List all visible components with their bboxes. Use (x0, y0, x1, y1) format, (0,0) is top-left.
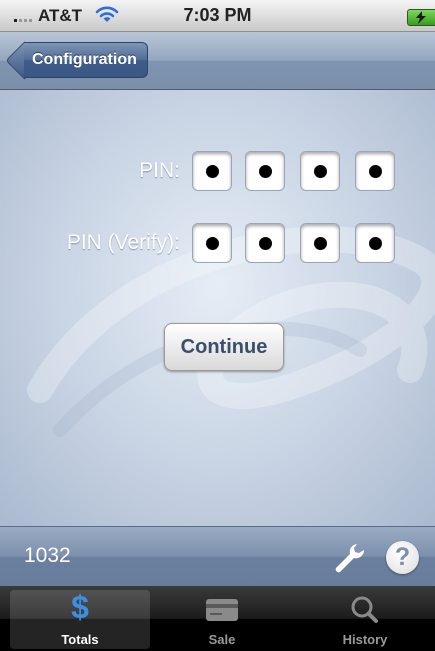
tab-label-history: History (342, 632, 388, 647)
navigation-bar: Configuration (0, 32, 435, 90)
pin-dot (259, 237, 272, 250)
help-icon[interactable]: ? (386, 541, 419, 574)
wrench-icon[interactable] (332, 541, 366, 575)
continue-button[interactable]: Continue (164, 323, 284, 371)
pin-verify-label: PIN (Verify): (66, 231, 180, 254)
pin-dot (206, 165, 219, 178)
pin-verify-digit-4[interactable] (355, 223, 395, 263)
tab-sale[interactable]: Sale (152, 590, 292, 649)
pin-verify-digit-3[interactable] (300, 223, 340, 263)
pin-dot (314, 165, 327, 178)
pin-digit-1[interactable] (192, 151, 232, 191)
pin-verify-digit-1[interactable] (192, 223, 232, 263)
pin-verify-row: PIN (Verify): (0, 223, 435, 267)
pin-digit-4[interactable] (355, 151, 395, 191)
tab-totals[interactable]: $ Totals (10, 590, 150, 649)
battery-icon (407, 9, 435, 26)
pin-dot (369, 165, 382, 178)
pin-verify-digit-2[interactable] (245, 223, 285, 263)
pin-dot (314, 237, 327, 250)
tab-bar: $ Totals Sale History (0, 586, 435, 651)
pin-label: PIN: (139, 159, 180, 182)
tab-label-totals: Totals (61, 632, 99, 647)
tab-label-sale: Sale (208, 632, 236, 647)
back-button-label: Configuration (32, 51, 137, 68)
status-bar: AT&T 7:03 PM (0, 0, 435, 32)
pin-dot (259, 165, 272, 178)
bottom-toolbar: 1032 ? (0, 526, 435, 586)
app-screen: AT&T 7:03 PM Configuration PIN: PIN (Ver… (0, 0, 435, 651)
pin-digit-2[interactable] (245, 151, 285, 191)
tab-history[interactable]: History (295, 590, 435, 649)
dollar-icon: $ (71, 589, 89, 625)
pin-digit-3[interactable] (300, 151, 340, 191)
search-icon (351, 596, 378, 623)
pin-entry-panel: PIN: PIN (Verify): Continue (0, 90, 435, 526)
toolbar-value: 1032 (24, 544, 71, 567)
pin-dot (369, 237, 382, 250)
credit-card-icon (206, 599, 238, 621)
pin-dot (206, 237, 219, 250)
status-time: 7:03 PM (183, 5, 252, 25)
pin-row: PIN: (0, 151, 435, 195)
back-button-configuration[interactable]: Configuration (24, 42, 148, 78)
